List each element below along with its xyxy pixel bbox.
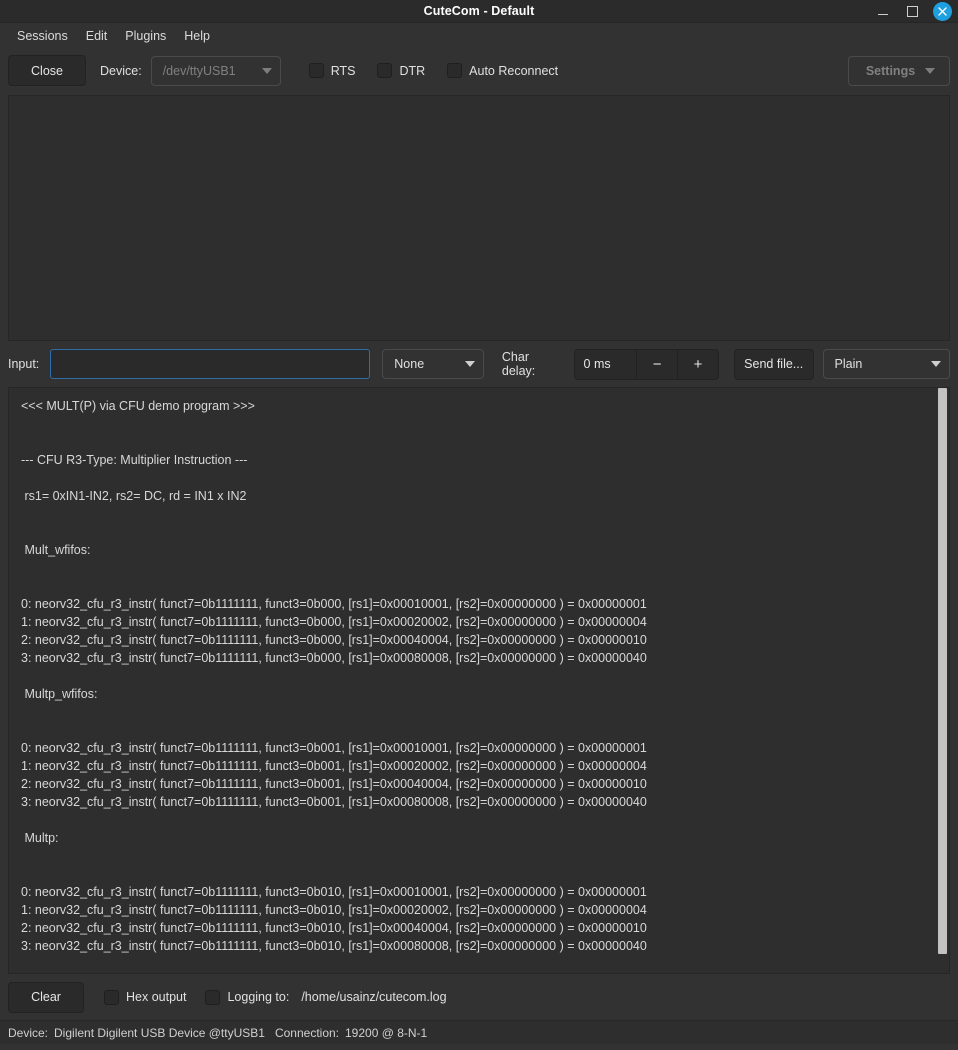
terminal-scrollbar-thumb[interactable]	[938, 388, 947, 954]
device-select[interactable]: /dev/ttyUSB1	[150, 55, 281, 86]
rts-label: RTS	[330, 63, 356, 78]
char-delay-decrement-button[interactable]: −	[636, 349, 678, 379]
terminal-line: <<< MULT(P) via CFU demo program >>>	[21, 399, 255, 413]
clear-button[interactable]: Clear	[8, 981, 84, 1013]
device-label: Device:	[100, 63, 142, 78]
window-controls	[875, 0, 952, 23]
secondary-output-area	[8, 95, 950, 341]
terminal-scrollbar[interactable]	[938, 388, 947, 954]
terminal-line: Mult_wfifos:	[21, 543, 91, 557]
logging-checkbox[interactable]	[205, 989, 221, 1005]
auto-reconnect-label: Auto Reconnect	[469, 63, 559, 78]
status-device-label: Device:	[8, 1025, 49, 1040]
char-delay-value[interactable]: 0 ms	[574, 349, 637, 379]
terminal-text: <<< MULT(P) via CFU demo program >>> ---…	[9, 388, 949, 974]
status-device-value: Digilent Digilent USB Device @ttyUSB1	[54, 1025, 265, 1040]
terminal-line: 3: neorv32_cfu_r3_instr( funct7=0b111111…	[21, 651, 647, 665]
chevron-down-icon	[261, 67, 272, 74]
settings-button[interactable]: Settings	[848, 55, 950, 86]
input-label: Input:	[8, 357, 40, 371]
command-input[interactable]	[50, 349, 371, 379]
terminal-line: 2: neorv32_cfu_r3_instr( funct7=0b111111…	[21, 921, 647, 935]
chevron-down-icon	[931, 361, 942, 367]
close-connection-button[interactable]: Close	[8, 55, 86, 86]
terminal-line: Multp_wfifos:	[21, 687, 98, 701]
menu-item-help[interactable]: Help	[175, 26, 219, 46]
char-delay-increment-button[interactable]: +	[677, 349, 718, 379]
connection-toolbar: Close Device: /dev/ttyUSB1 RTS DTR Auto …	[0, 49, 958, 92]
send-format-value: Plain	[834, 357, 863, 371]
status-connection-value: 19200 @ 8-N-1	[345, 1025, 428, 1040]
terminal-line: 0: neorv32_cfu_r3_instr( funct7=0b111111…	[21, 597, 647, 611]
auto-reconnect-checkbox-row[interactable]: Auto Reconnect	[447, 63, 558, 78]
maximize-icon[interactable]	[904, 4, 920, 20]
chevron-down-icon	[925, 67, 936, 74]
send-format-select[interactable]: Plain	[822, 349, 951, 379]
window-titlebar: CuteCom - Default	[0, 0, 958, 23]
send-file-button[interactable]: Send file...	[733, 348, 814, 380]
line-ending-value: None	[394, 357, 425, 371]
status-connection-label: Connection:	[274, 1025, 339, 1040]
window-title: CuteCom - Default	[423, 4, 535, 18]
terminal-line: 0: neorv32_cfu_r3_instr( funct7=0b111111…	[21, 741, 647, 755]
menu-item-plugins[interactable]: Plugins	[116, 26, 175, 46]
menu-item-sessions[interactable]: Sessions	[8, 26, 77, 46]
line-ending-select[interactable]: None	[382, 349, 484, 379]
terminal-line: 3: neorv32_cfu_r3_instr( funct7=0b111111…	[21, 939, 647, 953]
char-delay-label: Char delay:	[501, 350, 536, 378]
logging-to-label: Logging to:	[227, 990, 290, 1004]
terminal-line: 1: neorv32_cfu_r3_instr( funct7=0b111111…	[21, 903, 647, 917]
settings-button-label: Settings	[865, 63, 916, 78]
device-select-value: /dev/ttyUSB1	[162, 63, 236, 78]
menu-item-edit[interactable]: Edit	[77, 26, 117, 46]
terminal-line: --- CFU R3-Type: Multiplier Instruction …	[21, 453, 248, 467]
rts-checkbox[interactable]	[308, 63, 324, 78]
auto-reconnect-checkbox[interactable]	[447, 63, 463, 78]
input-row: Input: None Char delay: 0 ms − + Send fi…	[0, 341, 958, 387]
minimize-icon[interactable]	[875, 4, 891, 20]
dtr-label: DTR	[399, 63, 426, 78]
chevron-down-icon	[464, 361, 475, 367]
rts-checkbox-row[interactable]: RTS	[308, 63, 356, 78]
terminal-line: 3: neorv32_cfu_r3_instr( funct7=0b111111…	[21, 795, 647, 809]
terminal-line: 0: neorv32_cfu_r3_instr( funct7=0b111111…	[21, 885, 647, 899]
logging-checkbox-row[interactable]: Logging to:	[205, 989, 290, 1005]
terminal-output-area[interactable]: <<< MULT(P) via CFU demo program >>> ---…	[8, 387, 950, 974]
hex-output-label: Hex output	[126, 990, 187, 1004]
dtr-checkbox-row[interactable]: DTR	[377, 63, 425, 78]
dtr-checkbox[interactable]	[377, 63, 393, 78]
terminal-line: CFU demo program completed.	[21, 973, 937, 974]
hex-output-checkbox-row[interactable]: Hex output	[104, 989, 187, 1005]
bottom-bar: Clear Hex output Logging to: /home/usain…	[0, 974, 958, 1020]
terminal-line: 1: neorv32_cfu_r3_instr( funct7=0b111111…	[21, 759, 647, 773]
status-bar: Device: Digilent Digilent USB Device @tt…	[0, 1020, 958, 1044]
hex-output-checkbox[interactable]	[104, 989, 119, 1005]
log-path-value[interactable]: /home/usainz/cutecom.log	[301, 990, 446, 1004]
terminal-line: 2: neorv32_cfu_r3_instr( funct7=0b111111…	[21, 777, 647, 791]
close-icon[interactable]	[933, 2, 952, 21]
terminal-line: rs1= 0xIN1-IN2, rs2= DC, rd = IN1 x IN2	[21, 489, 247, 503]
menubar: Sessions Edit Plugins Help	[0, 23, 958, 49]
char-delay-stepper[interactable]: 0 ms − +	[573, 348, 719, 380]
terminal-line: 1: neorv32_cfu_r3_instr( funct7=0b111111…	[21, 615, 647, 629]
terminal-line: 2: neorv32_cfu_r3_instr( funct7=0b111111…	[21, 633, 647, 647]
terminal-line: Multp:	[21, 831, 59, 845]
